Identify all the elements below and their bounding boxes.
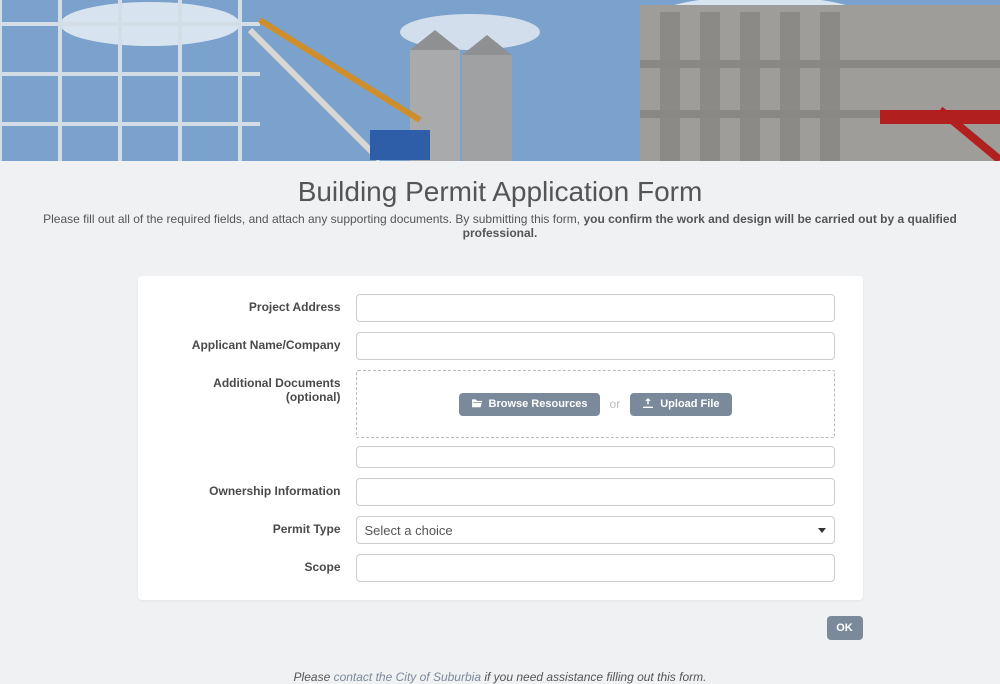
- file-dropzone[interactable]: Browse Resources or Upload File: [356, 370, 835, 438]
- field-project-address: Project Address: [166, 294, 835, 322]
- applicant-name-label: Applicant Name/Company: [166, 332, 356, 352]
- permit-type-select[interactable]: Select a choice: [356, 516, 835, 544]
- field-additional-documents: Additional Documents (optional) Browse R…: [166, 370, 835, 468]
- upload-icon: [642, 398, 654, 411]
- footer-text: Please contact the City of Suburbia if y…: [0, 670, 1000, 684]
- permit-type-placeholder: Select a choice: [365, 523, 453, 538]
- scope-label: Scope: [166, 554, 356, 574]
- ownership-information-label: Ownership Information: [166, 478, 356, 498]
- field-ownership-information: Ownership Information: [166, 478, 835, 506]
- uploaded-file-display: [356, 446, 835, 468]
- folder-open-icon: [471, 398, 483, 411]
- submit-row: OK: [138, 616, 863, 640]
- footer-suffix: if you need assistance filling out this …: [481, 670, 706, 684]
- ok-button[interactable]: OK: [827, 616, 863, 640]
- banner-image: [0, 0, 1000, 161]
- footer-prefix: Please: [294, 670, 334, 684]
- form-panel: Project Address Applicant Name/Company A…: [138, 276, 863, 600]
- permit-type-label: Permit Type: [166, 516, 356, 536]
- applicant-name-input[interactable]: [356, 332, 835, 360]
- chevron-down-icon: [818, 528, 826, 533]
- project-address-label: Project Address: [166, 294, 356, 314]
- browse-resources-label: Browse Resources: [489, 398, 588, 410]
- upload-file-label: Upload File: [660, 398, 719, 410]
- field-scope: Scope: [166, 554, 835, 582]
- contact-link[interactable]: contact the City of Suburbia: [334, 670, 481, 684]
- scope-input[interactable]: [356, 554, 835, 582]
- additional-documents-label: Additional Documents (optional): [166, 370, 356, 404]
- field-permit-type: Permit Type Select a choice: [166, 516, 835, 544]
- upload-file-button[interactable]: Upload File: [630, 393, 731, 416]
- ownership-information-input[interactable]: [356, 478, 835, 506]
- project-address-input[interactable]: [356, 294, 835, 322]
- or-divider: or: [610, 397, 621, 411]
- page-subtitle: Please fill out all of the required fiel…: [0, 212, 1000, 240]
- field-applicant-name: Applicant Name/Company: [166, 332, 835, 360]
- subtitle-text: Please fill out all of the required fiel…: [43, 212, 583, 226]
- browse-resources-button[interactable]: Browse Resources: [459, 393, 600, 416]
- page-title: Building Permit Application Form: [0, 176, 1000, 208]
